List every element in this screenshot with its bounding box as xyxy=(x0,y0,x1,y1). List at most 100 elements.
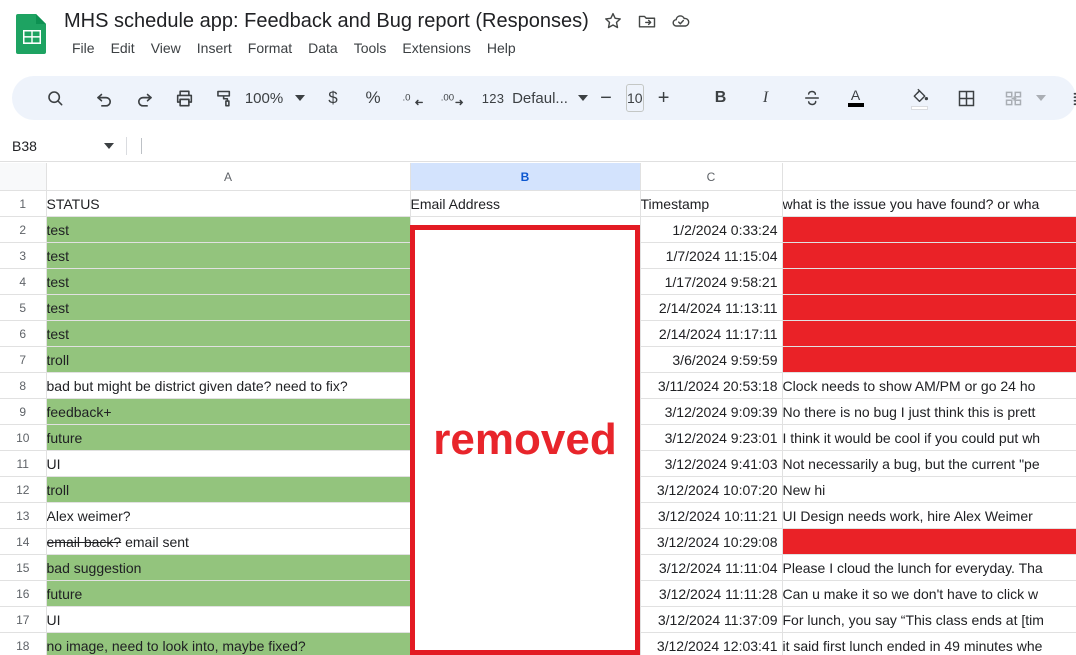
font-size-input[interactable]: 10 xyxy=(626,84,644,112)
menu-edit[interactable]: Edit xyxy=(103,36,143,60)
google-sheets-logo[interactable] xyxy=(14,12,50,54)
cell-d5[interactable] xyxy=(781,294,1076,321)
column-header-a[interactable]: A xyxy=(45,163,411,191)
row-header[interactable]: 3 xyxy=(0,242,47,269)
merge-cells-icon[interactable] xyxy=(999,83,1029,113)
row-header[interactable]: 2 xyxy=(0,216,47,243)
borders-icon[interactable] xyxy=(952,83,982,113)
cell-d15[interactable]: Please I cloud the lunch for everyday. T… xyxy=(781,554,1076,581)
cell-a11[interactable]: UI xyxy=(45,450,411,477)
column-header-c[interactable]: C xyxy=(639,163,783,191)
italic-button[interactable]: I xyxy=(751,83,781,113)
cell-d10[interactable]: I think it would be cool if you could pu… xyxy=(781,424,1076,451)
menu-tools[interactable]: Tools xyxy=(346,36,395,60)
select-all-corner[interactable] xyxy=(0,163,47,191)
cell-a1[interactable]: STATUS xyxy=(45,190,411,217)
merge-chevron-down-icon[interactable] xyxy=(1035,95,1046,101)
cell-a4[interactable]: test xyxy=(45,268,411,295)
menu-extensions[interactable]: Extensions xyxy=(394,36,478,60)
cell-d11[interactable]: Not necessarily a bug, but the current "… xyxy=(781,450,1076,477)
cell-c6[interactable]: 2/14/2024 11:17:11 xyxy=(639,320,783,347)
document-title[interactable]: MHS schedule app: Feedback and Bug repor… xyxy=(64,8,589,34)
paint-format-icon[interactable] xyxy=(209,83,239,113)
move-to-folder-icon[interactable] xyxy=(637,11,657,31)
menu-insert[interactable]: Insert xyxy=(189,36,240,60)
formula-input[interactable] xyxy=(141,137,1076,154)
star-icon[interactable] xyxy=(603,11,623,31)
row-header[interactable]: 6 xyxy=(0,320,47,347)
redo-icon[interactable] xyxy=(129,83,159,113)
cell-d9[interactable]: No there is no bug I just think this is … xyxy=(781,398,1076,425)
cell-c15[interactable]: 3/12/2024 11:11:04 xyxy=(639,554,783,581)
undo-icon[interactable] xyxy=(89,83,119,113)
column-header-b[interactable]: B xyxy=(409,163,641,191)
row-header[interactable]: 18 xyxy=(0,632,47,655)
name-box-chevron-down-icon[interactable] xyxy=(104,142,114,149)
cell-c1[interactable]: Timestamp xyxy=(639,190,783,217)
zoom-control[interactable]: 100% xyxy=(245,83,306,113)
cell-a3[interactable]: test xyxy=(45,242,411,269)
bold-button[interactable]: B xyxy=(706,83,736,113)
table-row[interactable]: 1 STATUS Email Address Timestamp what is… xyxy=(0,190,1076,217)
cell-d18[interactable]: it said first lunch ended in 49 minutes … xyxy=(781,632,1076,655)
row-header[interactable]: 11 xyxy=(0,450,47,477)
cell-c17[interactable]: 3/12/2024 11:37:09 xyxy=(639,606,783,633)
cell-a9[interactable]: feedback+ xyxy=(45,398,411,425)
cell-c7[interactable]: 3/6/2024 9:59:59 xyxy=(639,346,783,373)
fill-color-icon[interactable] xyxy=(905,83,935,113)
cell-c16[interactable]: 3/12/2024 11:11:28 xyxy=(639,580,783,607)
strikethrough-icon[interactable] xyxy=(797,83,827,113)
row-header[interactable]: 10 xyxy=(0,424,47,451)
cell-a6[interactable]: test xyxy=(45,320,411,347)
row-header[interactable]: 13 xyxy=(0,502,47,529)
cell-c5[interactable]: 2/14/2024 11:13:11 xyxy=(639,294,783,321)
row-header[interactable]: 9 xyxy=(0,398,47,425)
cloud-saved-icon[interactable] xyxy=(671,11,691,31)
cell-b1[interactable]: Email Address xyxy=(409,190,641,217)
cell-a5[interactable]: test xyxy=(45,294,411,321)
cell-d16[interactable]: Can u make it so we don't have to click … xyxy=(781,580,1076,607)
cell-c11[interactable]: 3/12/2024 9:41:03 xyxy=(639,450,783,477)
cell-c10[interactable]: 3/12/2024 9:23:01 xyxy=(639,424,783,451)
search-icon[interactable] xyxy=(40,83,70,113)
currency-format-button[interactable]: $ xyxy=(318,83,348,113)
cell-a15[interactable]: bad suggestion xyxy=(45,554,411,581)
cell-d8[interactable]: Clock needs to show AM/PM or go 24 ho xyxy=(781,372,1076,399)
percent-format-button[interactable]: % xyxy=(358,83,388,113)
horizontal-align-icon[interactable] xyxy=(1067,83,1076,113)
cell-d3[interactable] xyxy=(781,242,1076,269)
font-family-select[interactable]: Defaul... xyxy=(512,83,588,113)
row-header[interactable]: 4 xyxy=(0,268,47,295)
row-header[interactable]: 5 xyxy=(0,294,47,321)
print-icon[interactable] xyxy=(169,83,199,113)
cell-a8[interactable]: bad but might be district given date? ne… xyxy=(45,372,411,399)
cell-d13[interactable]: UI Design needs work, hire Alex Weimer xyxy=(781,502,1076,529)
row-header[interactable]: 17 xyxy=(0,606,47,633)
cell-a7[interactable]: troll xyxy=(45,346,411,373)
cell-d7[interactable] xyxy=(781,346,1076,373)
cell-c14[interactable]: 3/12/2024 10:29:08 xyxy=(639,528,783,555)
cell-d1[interactable]: what is the issue you have found? or wha xyxy=(781,190,1076,217)
cell-d2[interactable] xyxy=(781,216,1076,243)
cell-d6[interactable] xyxy=(781,320,1076,347)
menu-view[interactable]: View xyxy=(143,36,189,60)
menu-help[interactable]: Help xyxy=(479,36,524,60)
cell-d4[interactable] xyxy=(781,268,1076,295)
menu-file[interactable]: File xyxy=(64,36,103,60)
menu-format[interactable]: Format xyxy=(240,36,300,60)
cell-a10[interactable]: future xyxy=(45,424,411,451)
cell-c4[interactable]: 1/17/2024 9:58:21 xyxy=(639,268,783,295)
cell-c12[interactable]: 3/12/2024 10:07:20 xyxy=(639,476,783,503)
cell-c3[interactable]: 1/7/2024 11:15:04 xyxy=(639,242,783,269)
cell-d12[interactable]: New hi xyxy=(781,476,1076,503)
cell-a16[interactable]: future xyxy=(45,580,411,607)
column-header-d[interactable] xyxy=(781,163,1076,191)
decrease-font-size-button[interactable]: − xyxy=(591,83,621,113)
cell-d17[interactable]: For lunch, you say “This class ends at [… xyxy=(781,606,1076,633)
cell-c13[interactable]: 3/12/2024 10:11:21 xyxy=(639,502,783,529)
cell-c18[interactable]: 3/12/2024 12:03:41 xyxy=(639,632,783,655)
row-header[interactable]: 15 xyxy=(0,554,47,581)
cell-a18[interactable]: no image, need to look into, maybe fixed… xyxy=(45,632,411,655)
menu-data[interactable]: Data xyxy=(300,36,346,60)
cell-a14[interactable]: email back? email sent xyxy=(45,528,411,555)
